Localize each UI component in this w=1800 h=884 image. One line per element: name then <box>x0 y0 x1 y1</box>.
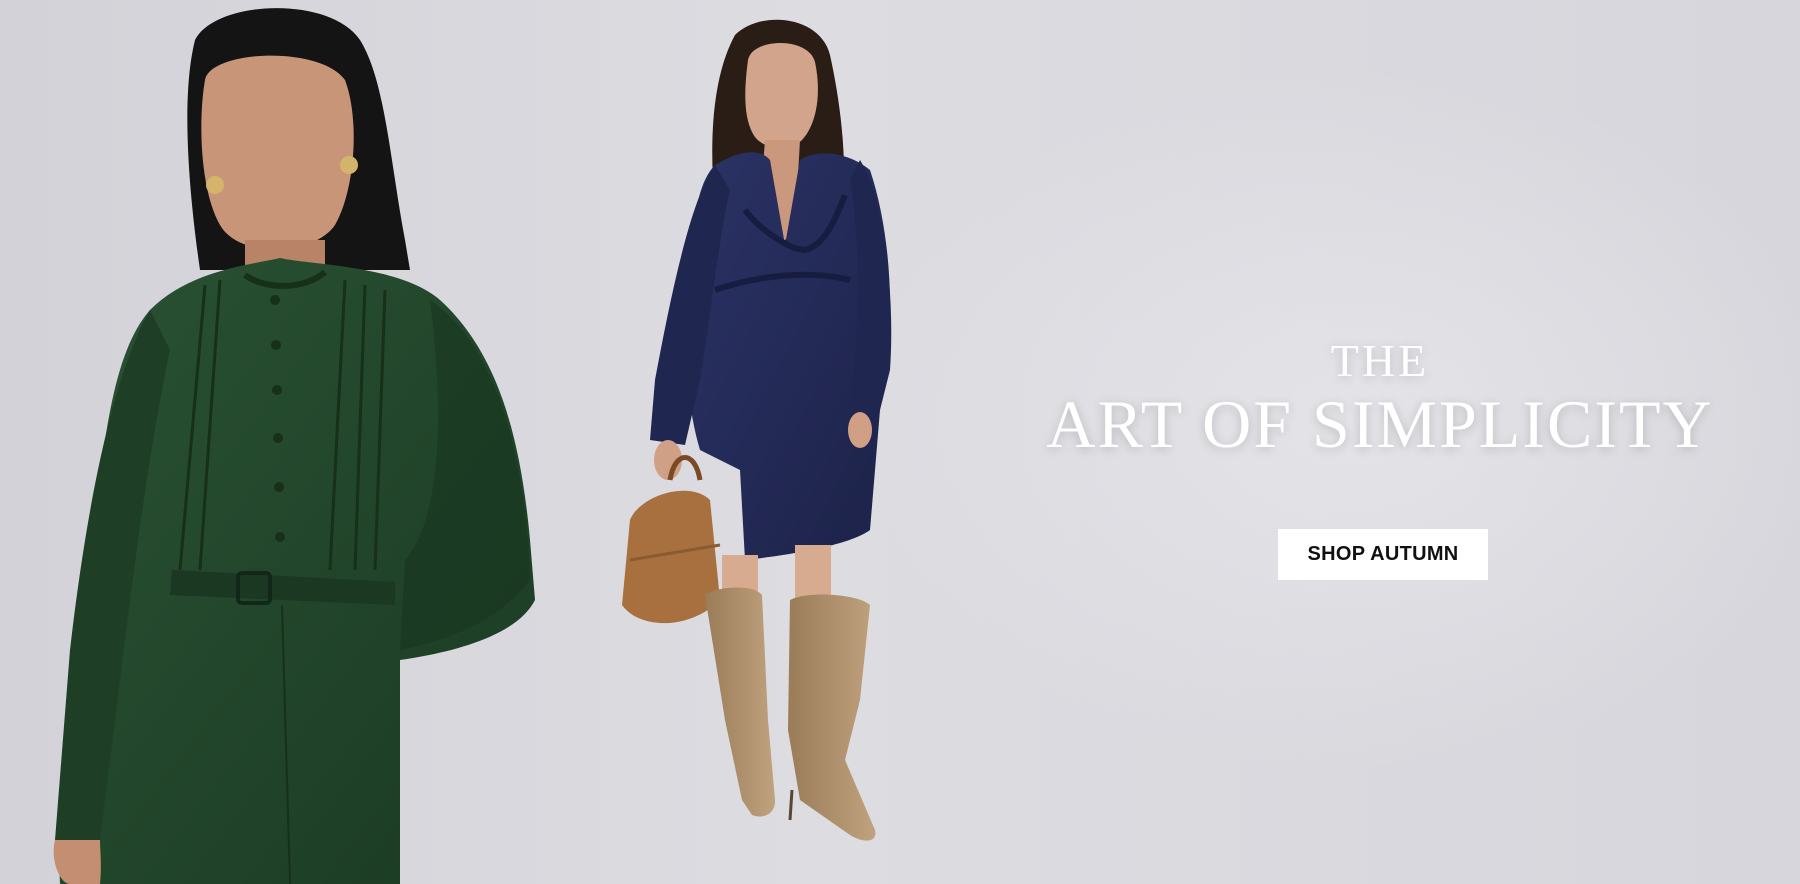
shop-autumn-button[interactable]: SHOP AUTUMN <box>1278 529 1488 580</box>
hero-headline: THE ART OF SIMPLICITY <box>1030 335 1730 461</box>
model-right-figure <box>622 19 892 841</box>
headline-eyebrow: THE <box>1330 335 1430 386</box>
model-left-figure <box>53 8 535 884</box>
headline-title: ART OF SIMPLICITY <box>1046 386 1714 462</box>
hero-banner[interactable]: THE ART OF SIMPLICITY SHOP AUTUMN <box>0 0 1800 884</box>
hero-photo <box>53 8 892 884</box>
